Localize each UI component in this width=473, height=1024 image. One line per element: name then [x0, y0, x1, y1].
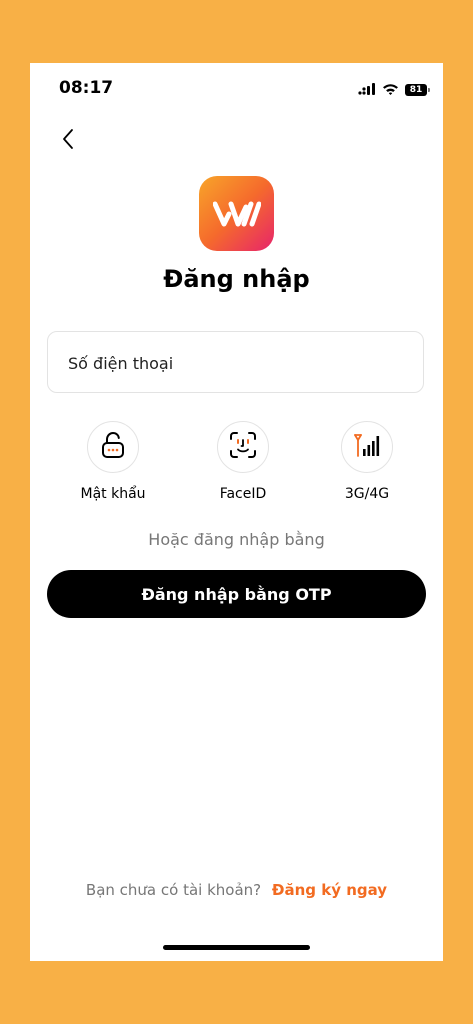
phone-number-field[interactable] [47, 331, 424, 394]
faceid-login-icon-circle[interactable] [217, 421, 269, 473]
register-prompt: Bạn chưa có tài khoản? [85, 881, 262, 899]
signal-3g-4g-icon [353, 432, 381, 462]
cellular-signal-icon [358, 80, 376, 99]
mobile-data-login-label: 3G/4G [344, 486, 390, 502]
app-logo [199, 176, 274, 251]
battery-indicator: 81 [405, 83, 430, 96]
faceid-login-option[interactable]: FaceID [193, 421, 293, 502]
faceid-login-label: FaceID [219, 486, 267, 502]
lock-icon [100, 431, 126, 463]
status-bar: 08:17 81 [30, 63, 443, 113]
back-button[interactable] [56, 127, 80, 155]
mobile-data-login-icon-circle[interactable] [341, 421, 393, 473]
wifi-icon [382, 80, 399, 99]
alternative-login-caption: Hoặc đăng nhập bằng [148, 530, 325, 549]
password-login-label: Mật khẩu [80, 486, 146, 502]
home-indicator[interactable] [163, 945, 310, 950]
mobile-data-login-option[interactable]: 3G/4G [317, 421, 417, 502]
phone-screen: 08:17 81 Đăng nhập Số điện thoại Mật khẩ… [30, 63, 443, 961]
status-icons: 81 [358, 80, 430, 99]
password-login-icon-circle[interactable] [87, 421, 139, 473]
password-login-option[interactable]: Mật khẩu [63, 421, 163, 502]
otp-login-button[interactable]: Đăng nhập bằng OTP [47, 570, 426, 618]
page-title: Đăng nhập [163, 265, 310, 293]
phone-number-input[interactable] [66, 332, 410, 394]
chevron-left-icon [61, 128, 75, 154]
status-time: 08:17 [59, 78, 114, 98]
register-link[interactable]: Đăng ký ngay [272, 881, 387, 899]
face-id-icon [229, 431, 257, 463]
register-row: Bạn chưa có tài khoản? Đăng ký ngay [30, 881, 443, 899]
